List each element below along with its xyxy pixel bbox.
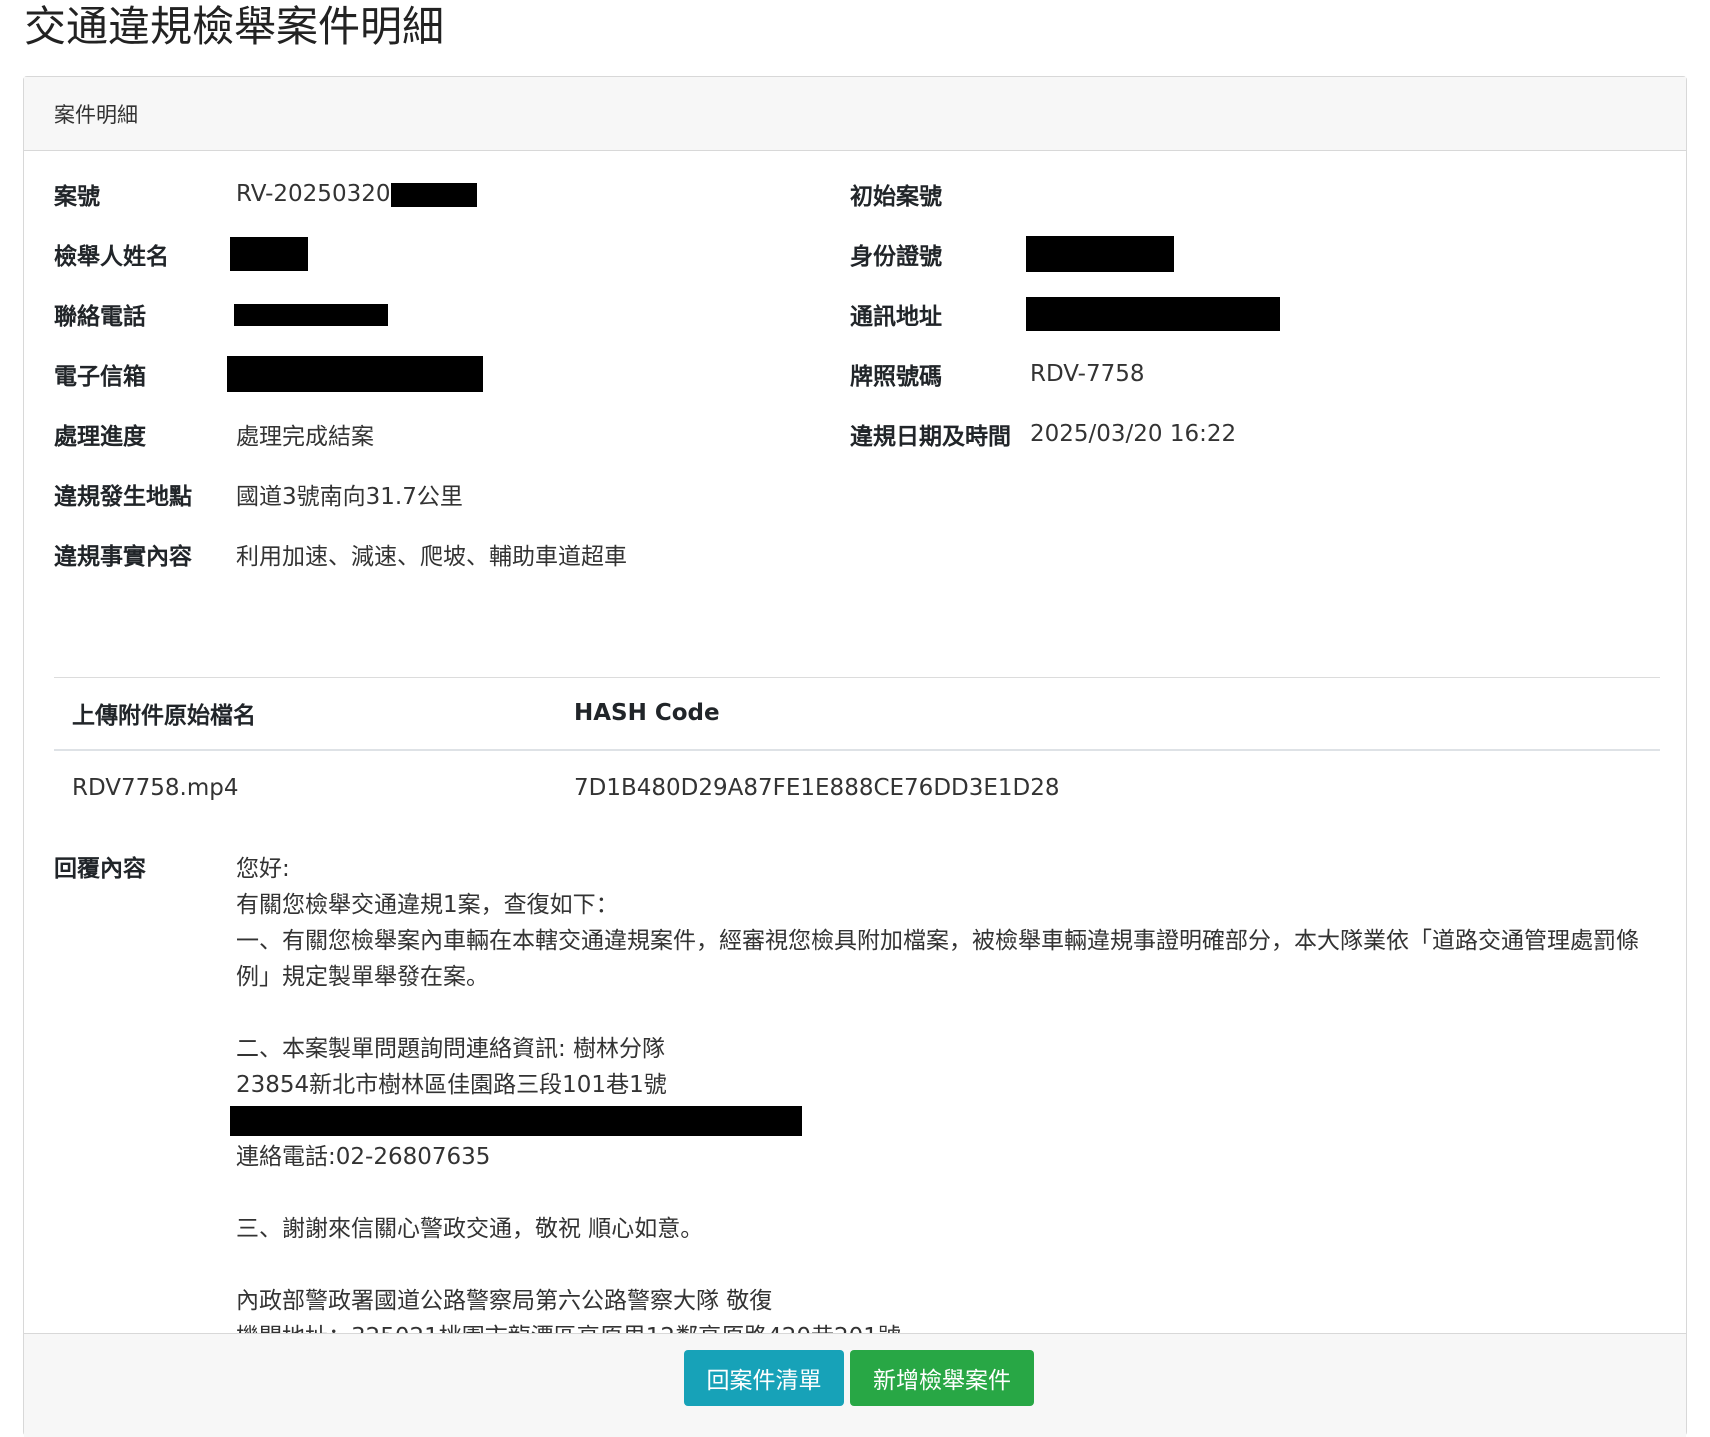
reporter-name-value	[230, 237, 308, 271]
violation-label: 違規事實內容	[54, 544, 192, 570]
plate-label: 牌照號碼	[850, 364, 942, 390]
redacted-phone	[234, 303, 388, 326]
field-id-number: 身份證號	[850, 234, 1174, 274]
redacted-address	[1026, 297, 1280, 331]
attachment-filename: RDV7758.mp4	[72, 775, 239, 801]
page-title: 交通違規檢舉案件明細	[24, 2, 445, 51]
reply-line: 23854新北市樹林區佳園路三段101巷1號	[236, 1072, 667, 1098]
status-value: 處理完成結案	[236, 424, 374, 450]
redacted-contact-info	[230, 1106, 802, 1136]
attachment-hash: 7D1B480D29A87FE1E888CE76DD3E1D28	[574, 775, 1060, 801]
reply-line: 內政部警政署國道公路警察局第六公路警察大隊 敬復	[236, 1288, 773, 1314]
reply-line	[236, 995, 1666, 1031]
field-plate: 牌照號碼 RDV-7758	[850, 354, 1145, 394]
field-address: 通訊地址	[850, 294, 1280, 334]
redacted-email	[227, 356, 483, 392]
reply-line	[236, 1175, 1666, 1211]
datetime-label: 違規日期及時間	[850, 424, 1011, 450]
card-body: 案號 RV-20250320 初始案號 檢舉人姓名 身份證號 聯絡電話 通訊地址…	[24, 151, 1686, 1350]
card-header: 案件明細	[24, 77, 1686, 151]
reply-line: 二、本案製單問題詢問連絡資訊: 樹林分隊	[236, 1036, 666, 1062]
redacted-case-suffix	[391, 182, 478, 207]
reply-label: 回覆內容	[54, 856, 146, 882]
address-value	[1026, 297, 1280, 331]
redacted-reporter-name	[230, 237, 308, 271]
reply-line: 三、謝謝來信關心警政交通，敬祝 順心如意。	[236, 1216, 704, 1242]
attachments-table: 上傳附件原始檔名 HASH Code RDV7758.mp4 7D1B480D2…	[54, 677, 1660, 825]
field-status: 處理進度 處理完成結案	[54, 414, 374, 454]
field-reporter-name: 檢舉人姓名	[54, 234, 308, 274]
reply-line	[236, 1247, 1666, 1283]
location-value: 國道3號南向31.7公里	[236, 484, 463, 510]
field-case-no: 案號 RV-20250320	[54, 174, 478, 214]
plate-value: RDV-7758	[1030, 361, 1145, 387]
reply-line: 一、有關您檢舉案內車輛在本轄交通違規案件，經審視您檢具附加檔案，被檢舉車輛違規事…	[236, 928, 1639, 990]
field-datetime: 違規日期及時間 2025/03/20 16:22	[850, 414, 1236, 454]
datetime-value: 2025/03/20 16:22	[1030, 421, 1237, 447]
header-hash: HASH Code	[574, 700, 720, 726]
card-footer: 回案件清單 新增檢舉案件	[24, 1333, 1686, 1437]
status-label: 處理進度	[54, 424, 146, 450]
id-number-value	[1026, 236, 1174, 272]
case-no-label: 案號	[54, 184, 100, 210]
email-label: 電子信箱	[54, 364, 146, 390]
phone-label: 聯絡電話	[54, 304, 146, 330]
id-number-label: 身份證號	[850, 244, 942, 270]
reply-redacted-line	[230, 1103, 1666, 1139]
reply-line: 連絡電話:02-26807635	[236, 1144, 491, 1170]
email-value	[227, 356, 483, 392]
field-location: 違規發生地點 國道3號南向31.7公里	[54, 474, 463, 514]
table-row: RDV7758.mp4 7D1B480D29A87FE1E888CE76DD3E…	[54, 751, 1660, 825]
reply-line: 有關您檢舉交通違規1案，查復如下：	[236, 892, 619, 918]
back-to-list-button[interactable]: 回案件清單	[684, 1350, 844, 1406]
original-case-no-label: 初始案號	[850, 184, 942, 210]
header-filename: 上傳附件原始檔名	[72, 703, 256, 729]
violation-value: 利用加速、減速、爬坡、輔助車道超車	[236, 544, 627, 570]
reporter-name-label: 檢舉人姓名	[54, 244, 169, 270]
case-detail-card: 案件明細 案號 RV-20250320 初始案號 檢舉人姓名 身份證號 聯絡電話…	[23, 76, 1687, 1437]
reply-line: 您好:	[236, 856, 290, 882]
field-violation: 違規事實內容 利用加速、減速、爬坡、輔助車道超車	[54, 534, 627, 574]
reply-content: 您好: 有關您檢舉交通違規1案，查復如下： 一、有關您檢舉案內車輛在本轄交通違規…	[230, 851, 1666, 1355]
field-original-case-no: 初始案號	[850, 174, 942, 214]
case-no-text: RV-20250320	[236, 181, 391, 207]
new-report-button[interactable]: 新增檢舉案件	[850, 1350, 1034, 1406]
redacted-id-number	[1026, 236, 1174, 272]
address-label: 通訊地址	[850, 304, 942, 330]
attachments-table-header: 上傳附件原始檔名 HASH Code	[54, 677, 1660, 751]
field-email: 電子信箱	[54, 354, 483, 394]
location-label: 違規發生地點	[54, 484, 192, 510]
field-phone: 聯絡電話	[54, 294, 388, 334]
case-no-value: RV-20250320	[236, 181, 478, 207]
phone-value	[234, 301, 388, 327]
